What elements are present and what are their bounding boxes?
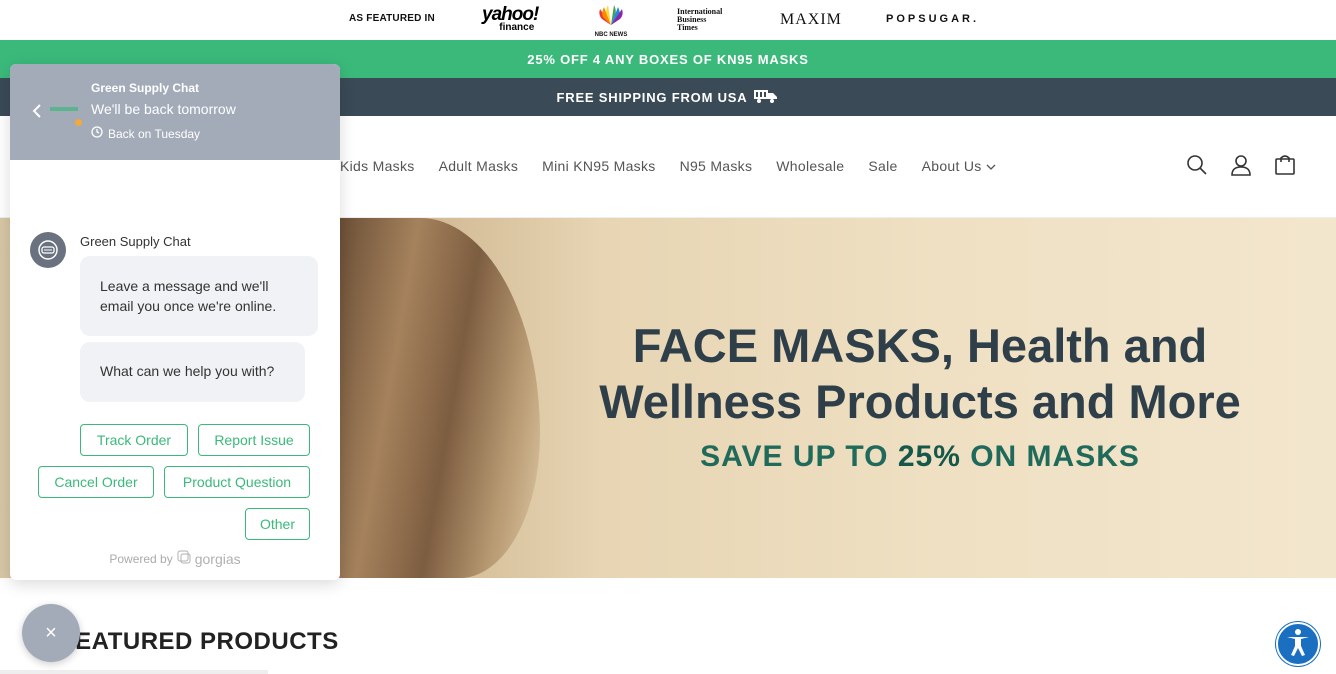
nav-item-kids-masks[interactable]: Kids Masks [340, 158, 415, 174]
back-arrow-icon[interactable] [30, 102, 44, 120]
chat-message: Leave a message and we'll email you once… [80, 256, 318, 336]
hero-subtitle: SAVE UP TO 25% ON MASKS [700, 440, 1140, 473]
nav-item-sale[interactable]: Sale [868, 158, 897, 174]
featured-in-bar: AS FEATURED IN yahoo! finance NBC NEWS I… [0, 0, 1336, 40]
hero-image-tree [340, 218, 540, 578]
powered-by[interactable]: Powered by gorgias [10, 550, 340, 567]
agent-name: Green Supply Chat [80, 234, 191, 249]
maxim-logo: MAXIM [780, 11, 842, 28]
gorgias-icon [177, 550, 191, 567]
yahoo-finance-logo: yahoo! finance [482, 4, 539, 33]
promo-text: 25% OFF 4 ANY BOXES OF KN95 MASKS [527, 51, 809, 67]
nav-item-about-us[interactable]: About Us [922, 158, 996, 174]
divider [0, 670, 268, 674]
chat-back-on: Back on Tuesday [91, 126, 200, 141]
close-icon: × [45, 621, 57, 644]
quick-reply-product-question[interactable]: Product Question [164, 466, 310, 498]
popsugar-logo: POPSUGAR. [886, 13, 980, 25]
quick-reply-cancel-order[interactable]: Cancel Order [38, 466, 154, 498]
green-supply-logo [50, 102, 84, 126]
quick-reply-other[interactable]: Other [245, 508, 310, 540]
main-nav: Kids Masks Adult Masks Mini KN95 Masks N… [340, 158, 996, 174]
nav-item-wholesale[interactable]: Wholesale [776, 158, 844, 174]
truck-icon [753, 88, 779, 107]
clock-icon [91, 126, 103, 141]
accessibility-icon [1282, 626, 1314, 663]
account-icon[interactable] [1230, 154, 1252, 181]
chat-status: We'll be back tomorrow [91, 101, 236, 117]
chat-widget: Green Supply Chat We'll be back tomorrow… [10, 64, 340, 580]
nbc-news-logo: NBC NEWS [594, 5, 628, 38]
nav-item-adult-masks[interactable]: Adult Masks [439, 158, 519, 174]
hero-title: FACE MASKS, Health and Wellness Products… [599, 319, 1241, 428]
chat-close-button[interactable]: × [22, 604, 80, 662]
chat-header: Green Supply Chat We'll be back tomorrow… [10, 64, 340, 160]
featured-label: AS FEATURED IN [349, 13, 435, 24]
shipping-text: FREE SHIPPING FROM USA [556, 89, 748, 105]
agent-avatar [30, 232, 66, 268]
ibt-logo: International Business Times [677, 7, 723, 32]
nav-item-mini-kn95[interactable]: Mini KN95 Masks [542, 158, 655, 174]
search-icon[interactable] [1186, 154, 1208, 181]
chat-message: What can we help you with? [80, 342, 305, 402]
nav-item-n95[interactable]: N95 Masks [680, 158, 753, 174]
quick-reply-report-issue[interactable]: Report Issue [198, 424, 310, 456]
chevron-down-icon [986, 158, 996, 174]
header-icons [1186, 154, 1296, 181]
featured-products-title: FEATURED PRODUCTS [60, 628, 339, 655]
accessibility-button[interactable] [1276, 622, 1320, 666]
quick-reply-track-order[interactable]: Track Order [80, 424, 188, 456]
cart-icon[interactable] [1274, 154, 1296, 181]
chat-brand-name: Green Supply Chat [91, 81, 200, 95]
